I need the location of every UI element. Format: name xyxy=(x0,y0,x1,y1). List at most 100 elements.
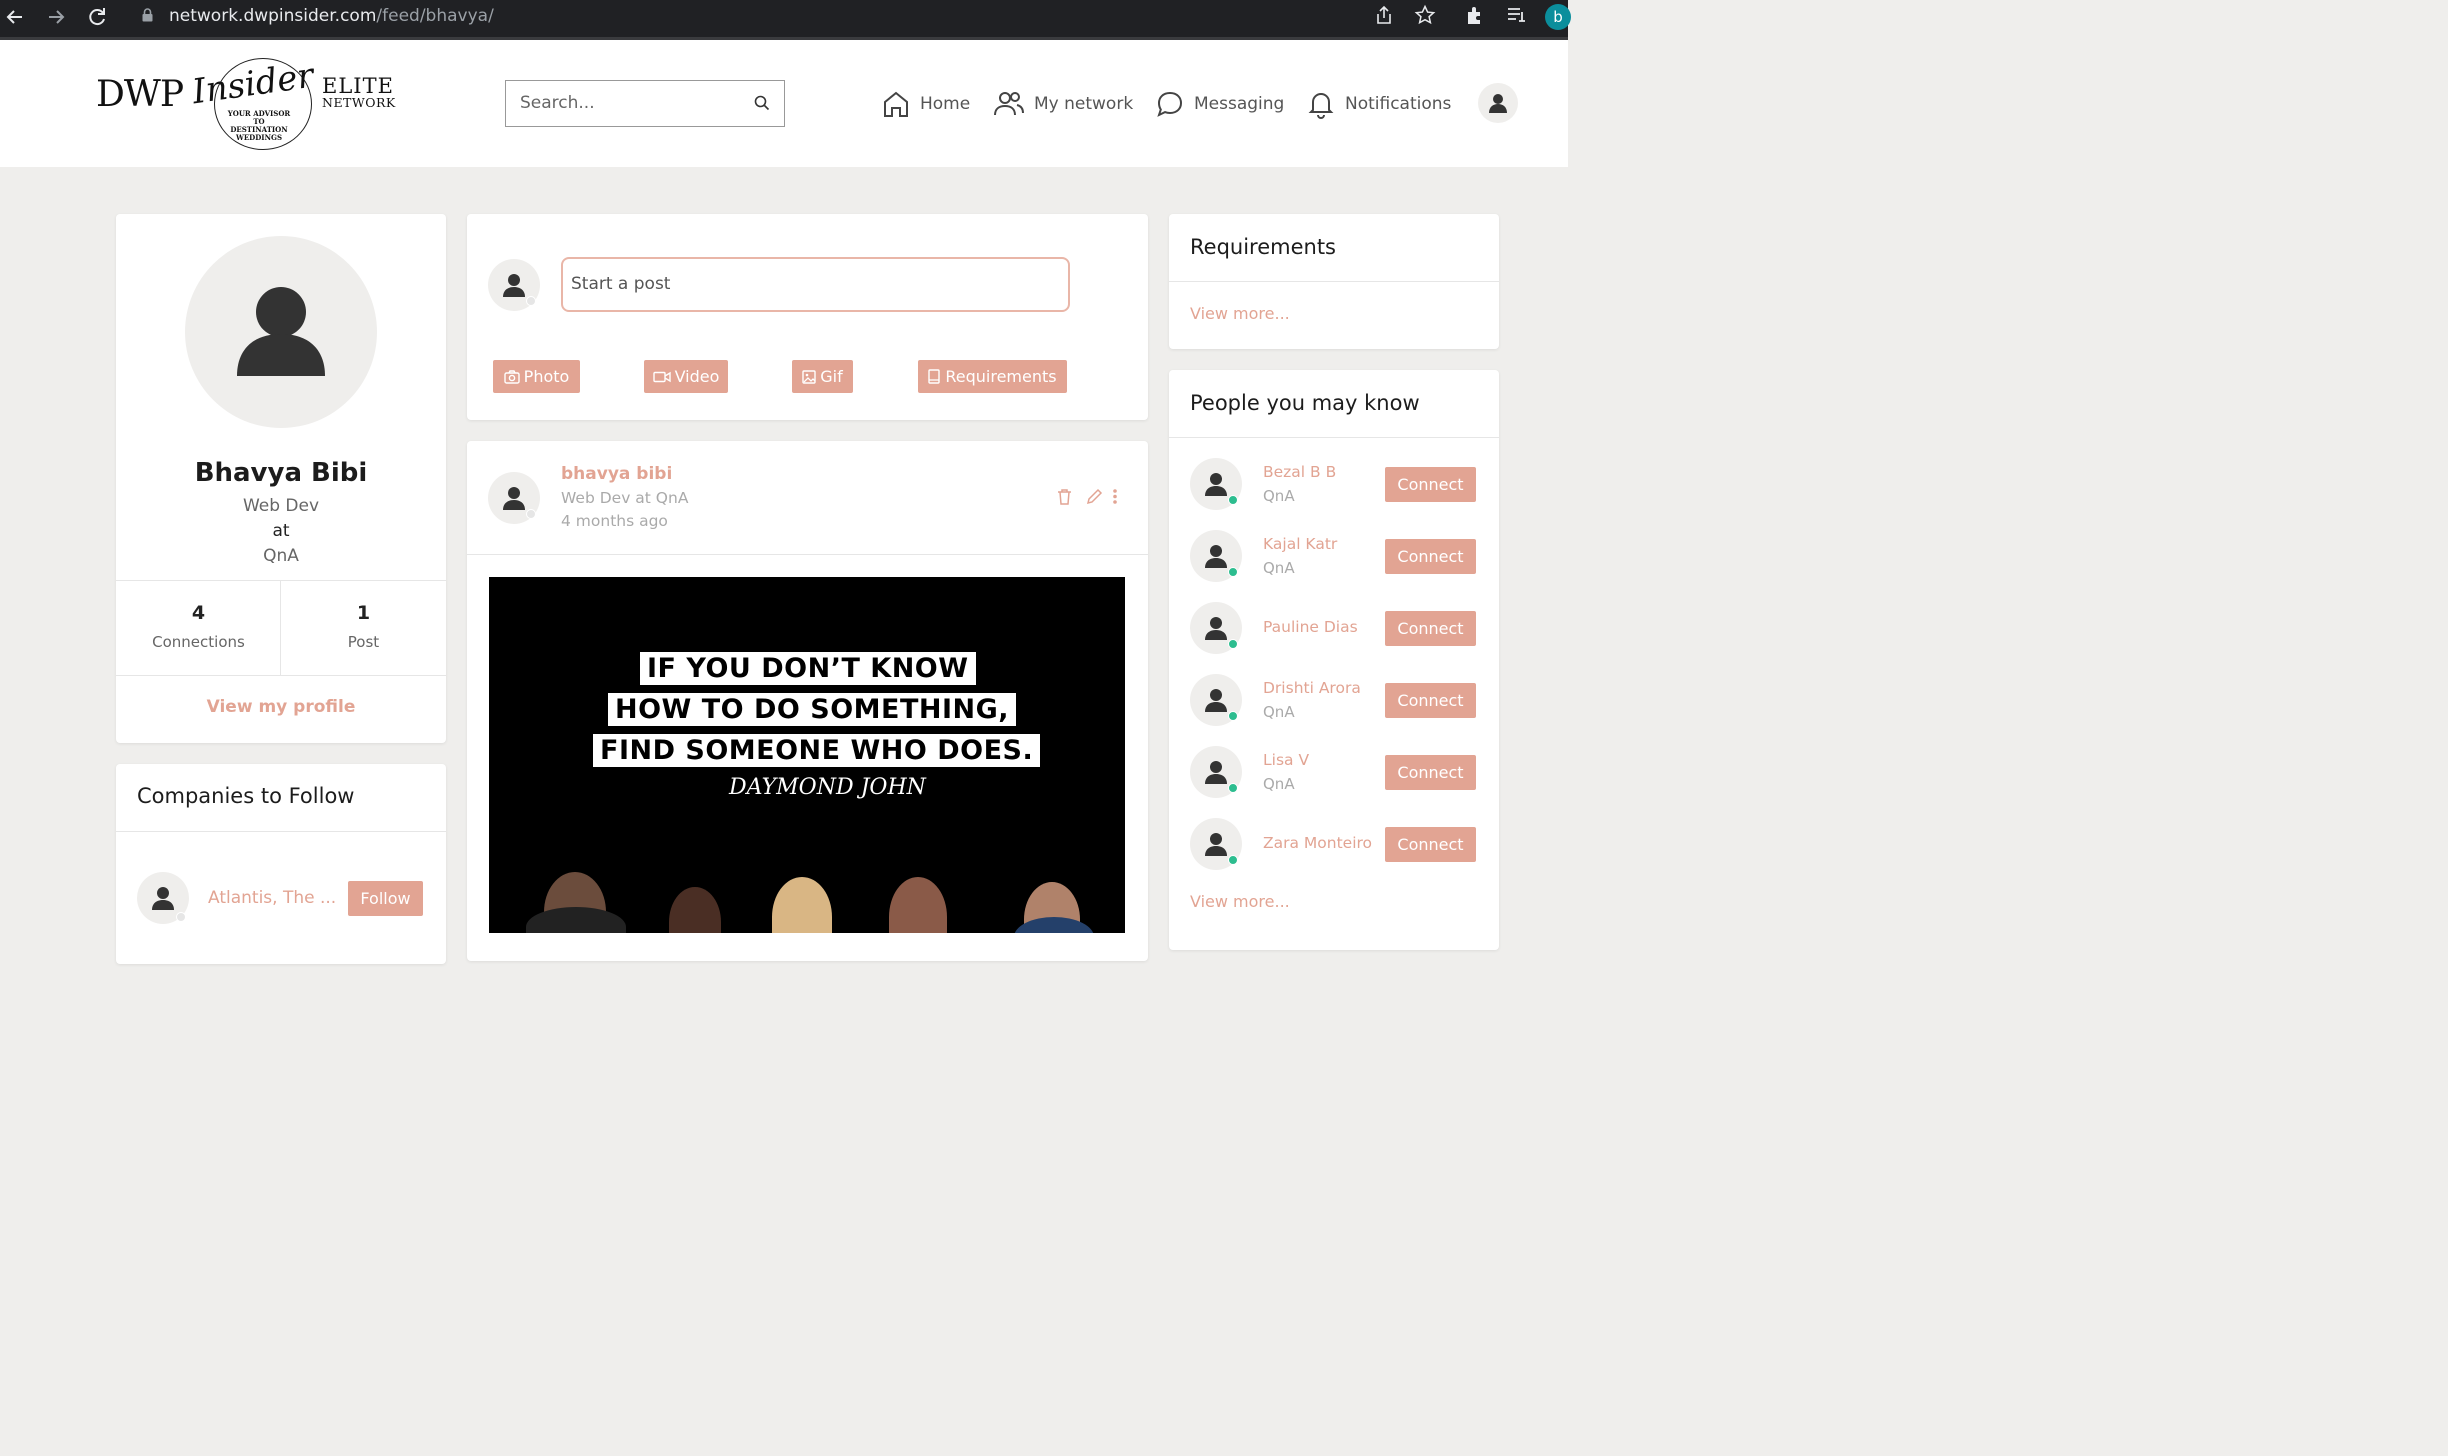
post-author-subtitle: Web Dev at QnA xyxy=(561,489,689,507)
people-view-more[interactable]: View more... xyxy=(1190,892,1290,911)
bell-icon xyxy=(1308,93,1334,119)
user-avatar-button[interactable] xyxy=(1478,83,1518,123)
person-row: Lisa V QnA Connect xyxy=(1169,746,1499,802)
person-company: QnA xyxy=(1263,775,1295,793)
person-company: QnA xyxy=(1263,703,1295,721)
search-icon[interactable] xyxy=(754,95,770,111)
gif-button[interactable]: Gif xyxy=(792,360,853,393)
delete-icon[interactable] xyxy=(1057,488,1072,505)
nav-home-label: Home xyxy=(920,94,971,114)
photo-button[interactable]: Photo xyxy=(493,360,580,393)
profile-company: QnA xyxy=(263,546,299,566)
extensions-icon[interactable] xyxy=(1462,4,1488,30)
person-name[interactable]: Pauline Dias xyxy=(1263,618,1358,636)
browser-profile-avatar[interactable]: b xyxy=(1545,4,1571,30)
back-icon[interactable] xyxy=(2,4,28,30)
photo-person xyxy=(669,887,721,933)
url-text: network.dwpinsider.com/feed/bhavya/ xyxy=(169,6,494,26)
post-composer: Start a post Photo Video Gif Requirement… xyxy=(467,214,1148,420)
photo-person xyxy=(889,877,947,933)
status-dot xyxy=(176,912,186,922)
people-title: People you may know xyxy=(1190,391,1420,415)
posts-count: 1 xyxy=(356,602,371,624)
online-status-dot xyxy=(1228,495,1238,505)
requirements-title: Requirements xyxy=(1190,235,1336,259)
reading-list-icon[interactable] xyxy=(1503,4,1529,30)
online-status-dot xyxy=(1228,567,1238,577)
divider xyxy=(1169,281,1499,282)
dwp-insider-logo[interactable]: DWP Insider YOUR ADVISOR TO DESTINATION … xyxy=(96,54,396,154)
bookmark-star-icon[interactable] xyxy=(1412,4,1438,30)
connect-button[interactable]: Connect xyxy=(1385,467,1476,502)
companies-card: Companies to Follow Atlantis, The ... Fo… xyxy=(116,764,446,964)
logo-tagline: YOUR ADVISOR TO DESTINATION WEDDINGS xyxy=(227,109,291,142)
online-status-dot xyxy=(1228,711,1238,721)
search-input[interactable] xyxy=(520,91,740,115)
search-box xyxy=(505,80,785,127)
user-silhouette-icon xyxy=(1489,94,1507,113)
share-icon[interactable] xyxy=(1371,4,1397,30)
person-name[interactable]: Kajal Katr xyxy=(1263,535,1337,553)
profile-name[interactable]: Bhavya Bibi xyxy=(116,458,446,488)
more-options-icon[interactable] xyxy=(1111,488,1119,505)
quote-signature: DAYMOND JOHN xyxy=(729,775,926,800)
photo-button-label: Photo xyxy=(523,367,570,386)
post-author-name[interactable]: bhavya bibi xyxy=(561,464,672,484)
video-button-label: Video xyxy=(674,367,720,386)
nav-my-network[interactable]: My network xyxy=(993,86,1133,122)
profile-at: at xyxy=(272,521,290,541)
browser-toolbar: network.dwpinsider.com/feed/bhavya/ b xyxy=(0,0,1571,40)
image-icon xyxy=(802,369,816,384)
logo-dwp-text: DWP xyxy=(96,74,184,115)
post-time: 4 months ago xyxy=(561,512,668,530)
nav-notifications[interactable]: Notifications xyxy=(1306,86,1451,122)
connect-button[interactable]: Connect xyxy=(1385,755,1476,790)
start-post-input[interactable]: Start a post xyxy=(561,257,1070,312)
start-post-placeholder: Start a post xyxy=(571,274,671,294)
person-name[interactable]: Drishti Arora xyxy=(1263,679,1361,697)
logo-network-text: NETWORK xyxy=(322,95,396,110)
connections-stat[interactable]: 4 Connections xyxy=(116,581,281,675)
follow-button[interactable]: Follow xyxy=(348,881,423,916)
video-button[interactable]: Video xyxy=(644,360,728,393)
person-name[interactable]: Zara Monteiro xyxy=(1263,834,1372,852)
posts-stat[interactable]: 1 Post xyxy=(281,581,446,675)
connect-button[interactable]: Connect xyxy=(1385,827,1476,862)
person-row: Bezal B B QnA Connect xyxy=(1169,458,1499,514)
companies-title: Companies to Follow xyxy=(137,784,355,808)
requirements-card: Requirements View more... xyxy=(1169,214,1499,349)
post-image[interactable]: IF YOU DON’T KNOW HOW TO DO SOMETHING, F… xyxy=(489,577,1125,933)
posts-label: Post xyxy=(347,633,380,651)
connect-button[interactable]: Connect xyxy=(1385,611,1476,646)
profile-avatar[interactable] xyxy=(185,236,377,428)
online-status-dot xyxy=(1228,855,1238,865)
connect-button[interactable]: Connect xyxy=(1385,539,1476,574)
person-name[interactable]: Lisa V xyxy=(1263,751,1309,769)
view-profile-link[interactable]: View my profile xyxy=(116,697,446,717)
person-row: Pauline Dias Connect xyxy=(1169,602,1499,658)
requirements-button[interactable]: Requirements xyxy=(918,360,1067,393)
edit-icon[interactable] xyxy=(1086,488,1103,505)
forward-icon[interactable] xyxy=(43,4,69,30)
company-name[interactable]: Atlantis, The ... xyxy=(208,888,336,908)
reload-icon[interactable] xyxy=(84,4,110,30)
divider xyxy=(1169,437,1499,438)
requirements-button-label: Requirements xyxy=(945,367,1057,386)
person-name[interactable]: Bezal B B xyxy=(1263,463,1336,481)
connections-count: 4 xyxy=(191,602,206,624)
person-row: Zara Monteiro Connect xyxy=(1169,818,1499,874)
nav-messaging[interactable]: Messaging xyxy=(1155,86,1284,122)
photo-person xyxy=(526,907,626,933)
user-silhouette-icon xyxy=(237,287,325,376)
person-company: QnA xyxy=(1263,559,1295,577)
site-header: DWP Insider YOUR ADVISOR TO DESTINATION … xyxy=(0,40,1568,167)
status-dot xyxy=(526,296,536,306)
nav-home[interactable]: Home xyxy=(881,86,970,122)
quote-line-1: IF YOU DON’T KNOW xyxy=(640,652,976,685)
connect-button[interactable]: Connect xyxy=(1385,683,1476,718)
status-dot xyxy=(526,509,536,519)
online-status-dot xyxy=(1228,639,1238,649)
requirements-view-more[interactable]: View more... xyxy=(1190,304,1290,323)
person-company: QnA xyxy=(1263,487,1295,505)
address-bar[interactable]: network.dwpinsider.com/feed/bhavya/ xyxy=(126,0,1408,32)
